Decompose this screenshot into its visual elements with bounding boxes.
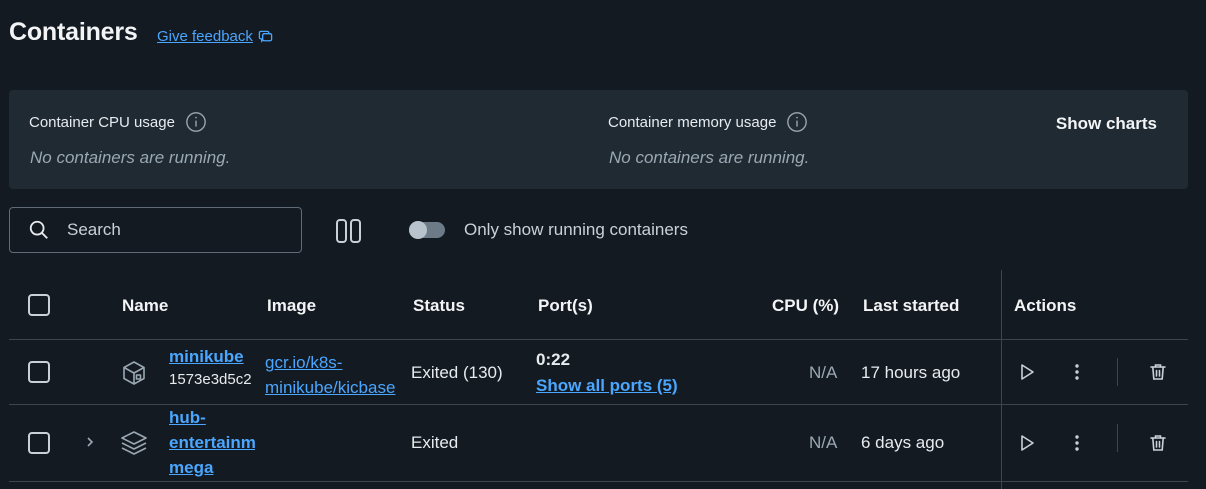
info-icon[interactable] <box>185 111 207 133</box>
image-line-2: minikube/kicbase <box>265 378 396 397</box>
play-icon[interactable] <box>1017 433 1037 453</box>
running-only-toggle[interactable] <box>409 221 445 239</box>
play-icon[interactable] <box>1017 362 1037 382</box>
page-title: Containers <box>9 18 138 46</box>
cpu-usage-empty: No containers are running. <box>30 148 231 167</box>
usage-stats-panel: Container CPU usage No containers are ru… <box>9 90 1188 189</box>
search-input[interactable] <box>65 219 269 241</box>
actions-column-divider <box>1001 270 1002 489</box>
image-line-1: gcr.io/k8s- <box>265 353 343 372</box>
select-all-checkbox[interactable] <box>28 294 50 316</box>
search-box[interactable] <box>9 207 302 253</box>
column-header-name[interactable]: Name <box>122 296 168 316</box>
column-header-status[interactable]: Status <box>413 296 465 316</box>
last-started-value: 6 days ago <box>861 433 945 452</box>
container-name-link[interactable]: minikube <box>169 344 257 369</box>
action-separator <box>1117 358 1118 386</box>
give-feedback-label: Give feedback <box>157 28 253 45</box>
container-id: 1573e3d5c2 <box>169 371 252 388</box>
chevron-right-icon[interactable] <box>84 435 96 449</box>
memory-usage-empty: No containers are running. <box>609 148 810 167</box>
port-value: 0:22 <box>536 350 571 369</box>
cpu-usage-label-group: Container CPU usage <box>29 111 207 133</box>
memory-usage-label-group: Container memory usage <box>608 111 808 133</box>
column-header-actions: Actions <box>1014 296 1077 315</box>
status-text: Exited (130) <box>411 363 503 382</box>
container-name-cell: minikube 1573e3d5c2 <box>169 344 257 388</box>
stack-name-line-3: mega <box>169 458 214 477</box>
toggle-knob <box>409 221 427 239</box>
more-vertical-icon[interactable] <box>1067 433 1087 453</box>
info-icon[interactable] <box>786 111 808 133</box>
column-header-last-started[interactable]: Last started <box>863 296 959 316</box>
row-divider <box>9 339 1188 340</box>
image-link[interactable]: gcr.io/k8s- minikube/kicbase <box>265 350 401 400</box>
row-checkbox[interactable] <box>28 432 50 454</box>
last-started-value: 17 hours ago <box>861 363 961 382</box>
columns-icon[interactable] <box>334 216 364 246</box>
feedback-icon <box>258 30 273 43</box>
column-header-image[interactable]: Image <box>267 296 316 316</box>
status-text: Exited <box>411 433 459 452</box>
running-only-label: Only show running containers <box>464 220 688 239</box>
trash-icon[interactable] <box>1148 433 1168 453</box>
row-checkbox[interactable] <box>28 361 50 383</box>
column-header-ports[interactable]: Port(s) <box>538 296 593 316</box>
action-separator <box>1117 424 1118 452</box>
container-cube-icon <box>123 361 145 385</box>
memory-usage-label: Container memory usage <box>608 113 777 131</box>
show-charts-button[interactable]: Show charts <box>1056 114 1157 134</box>
cpu-usage-label: Container CPU usage <box>29 113 175 131</box>
cpu-value: N/A <box>809 433 838 452</box>
give-feedback-link[interactable]: Give feedback <box>157 28 273 45</box>
trash-icon[interactable] <box>1148 362 1168 382</box>
search-icon <box>29 220 48 239</box>
stack-name-link[interactable]: hub- entertainment mega <box>169 405 255 480</box>
row-divider <box>9 481 1188 482</box>
cpu-value: N/A <box>809 363 838 382</box>
show-all-ports-link[interactable]: Show all ports (5) <box>536 376 678 396</box>
stack-name-line-1: hub- <box>169 408 206 427</box>
column-header-cpu[interactable]: CPU (%) <box>772 296 839 316</box>
more-vertical-icon[interactable] <box>1067 362 1087 382</box>
stack-layers-icon <box>121 431 147 455</box>
stack-name-line-2: entertainment <box>169 433 255 452</box>
